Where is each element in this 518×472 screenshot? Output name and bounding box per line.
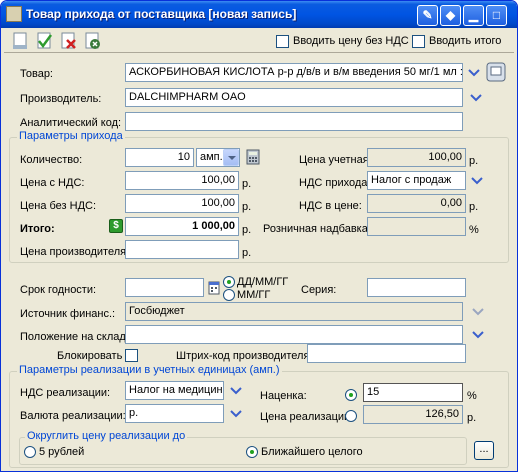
date-format-full-label: ДД/ММ/ГГ (237, 276, 289, 288)
product-label: Товар: (20, 68, 53, 80)
currency-icon[interactable]: $ (109, 219, 123, 233)
title-bar: Товар прихода от поставщика [новая запис… (1, 1, 517, 28)
total-unit: р. (242, 224, 252, 236)
vat-in-price-field: 0,00 (367, 194, 466, 213)
date-format-short-radio[interactable] (223, 289, 235, 301)
product-field[interactable]: АСКОРБИНОВАЯ КИСЛОТА р-р д/в/в и в/м вве… (125, 63, 463, 82)
sale-price-field: 126,50 (363, 405, 463, 424)
storage-label: Положение на складе: (20, 331, 136, 343)
sale-markup-radio[interactable] (345, 389, 357, 401)
round-5-label: 5 рублей (39, 446, 85, 458)
sale-price-radio[interactable] (345, 410, 357, 422)
block-label: Блокировать (57, 350, 123, 362)
save-check-icon[interactable] (34, 31, 54, 51)
manufacturer-label: Производитель: (20, 93, 102, 105)
block-checkbox[interactable] (125, 349, 138, 362)
account-price-unit: р. (469, 155, 479, 167)
rounding-title: Округлить цену реализации до (25, 430, 188, 442)
mfr-price-field[interactable] (125, 240, 239, 259)
price-vat-unit: р. (242, 178, 252, 190)
qty-label: Количество: (20, 154, 83, 166)
price-no-vat-label: Вводить цену без НДС (293, 35, 409, 47)
manufacturer-dropdown-icon[interactable] (468, 90, 484, 106)
cancel-icon[interactable] (82, 31, 102, 51)
retail-markup-unit: % (469, 224, 479, 236)
sale-markup-unit: % (467, 390, 477, 402)
date-format-full-radio[interactable] (223, 276, 235, 288)
price-no-vat-checkbox[interactable] (276, 35, 289, 48)
storage-dropdown-icon[interactable] (470, 327, 486, 343)
sale-markup-label: Наценка: (260, 390, 307, 402)
sale-currency-label: Валюта реализации: (20, 410, 126, 422)
storage-field[interactable] (125, 325, 463, 344)
analytic-code-label: Аналитический код: (20, 117, 122, 129)
calculator-icon[interactable] (246, 149, 260, 165)
product-card-icon[interactable] (486, 62, 506, 82)
series-label: Серия: (301, 284, 337, 296)
product-receipt-window: Товар прихода от поставщика [новая запис… (0, 0, 518, 472)
sale-price-unit: р. (467, 412, 477, 424)
toolbar: Вводить цену без НДС Вводить итого (4, 29, 514, 53)
vat-in-price-unit: р. (469, 201, 479, 213)
vat-in-price-label: НДС в цене: (299, 200, 362, 212)
barcode-label: Штрих-код производителя: (176, 350, 313, 362)
retail-markup-field (367, 217, 466, 236)
qty-field[interactable]: 10 (125, 148, 194, 167)
account-price-label: Цена учетная: (299, 154, 372, 166)
vat-receipt-label: НДС прихода: (299, 177, 371, 189)
mfr-price-label: Цена производителя: (20, 246, 130, 258)
sale-vat-label: НДС реализации: (20, 387, 111, 399)
price-novat-unit: р. (242, 201, 252, 213)
finance-source-field[interactable]: Госбюджет (125, 302, 463, 321)
round-5-radio[interactable] (24, 446, 36, 458)
unit-dropdown-button[interactable] (223, 149, 239, 166)
series-field[interactable] (367, 278, 466, 297)
sale-currency-dropdown-icon[interactable] (228, 406, 244, 422)
date-format-short-label: ММ/ГГ (237, 289, 271, 301)
more-button[interactable]: ... (474, 441, 494, 460)
new-doc-icon[interactable] (10, 31, 30, 51)
sale-params-title: Параметры реализации в учетных единицах … (17, 364, 282, 376)
finance-source-label: Источник финанс.: (20, 308, 116, 320)
analytic-code-field[interactable] (125, 112, 463, 131)
tools-icon[interactable]: ✎ (417, 5, 438, 26)
product-dropdown-icon[interactable] (466, 65, 482, 81)
manufacturer-field[interactable]: DALCHIMPHARM OAO (125, 88, 463, 107)
expiry-field[interactable] (125, 278, 204, 297)
unit-value: амп. (200, 151, 223, 163)
retail-markup-label: Розничная надбавка: (263, 223, 371, 235)
expiry-label: Срок годности: (20, 284, 97, 296)
enter-total-checkbox[interactable] (412, 35, 425, 48)
maximize-button[interactable]: □ (486, 5, 507, 26)
total-field[interactable]: 1 000,00 (125, 217, 239, 236)
date-picker-icon[interactable] (208, 281, 220, 295)
price-novat-label: Цена без НДС: (20, 200, 97, 212)
sale-markup-field[interactable]: 15 (363, 383, 463, 402)
enter-total-label: Вводить итого (429, 35, 502, 47)
price-novat-field[interactable]: 100,00 (125, 194, 239, 213)
barcode-field[interactable] (307, 344, 466, 363)
total-label: Итого: (20, 223, 55, 235)
window-title: Товар прихода от поставщика [новая запис… (26, 7, 297, 21)
mfr-price-unit: р. (242, 247, 252, 259)
account-price-field: 100,00 (367, 148, 466, 167)
sale-price-label: Цена реализации: (260, 411, 354, 423)
round-whole-radio[interactable] (246, 446, 258, 458)
vat-receipt-field[interactable]: Налог с продаж (367, 171, 466, 190)
round-whole-label: Ближайшего целого (261, 446, 363, 458)
sale-vat-dropdown-icon[interactable] (228, 383, 244, 399)
price-vat-label: Цена с НДС: (20, 177, 85, 189)
price-vat-field[interactable]: 100,00 (125, 171, 239, 190)
sale-vat-field[interactable]: Налог на медицинс (125, 381, 224, 400)
help-icon[interactable]: ◆ (440, 5, 461, 26)
app-icon (6, 6, 22, 22)
vat-receipt-dropdown-icon[interactable] (469, 173, 485, 189)
minimize-button[interactable]: ▁ (463, 5, 484, 26)
finance-source-dropdown-icon[interactable] (470, 304, 486, 320)
receipt-params-title: Параметры прихода (17, 130, 125, 142)
delete-icon[interactable] (58, 31, 78, 51)
sale-currency-field[interactable]: р. (125, 404, 224, 423)
